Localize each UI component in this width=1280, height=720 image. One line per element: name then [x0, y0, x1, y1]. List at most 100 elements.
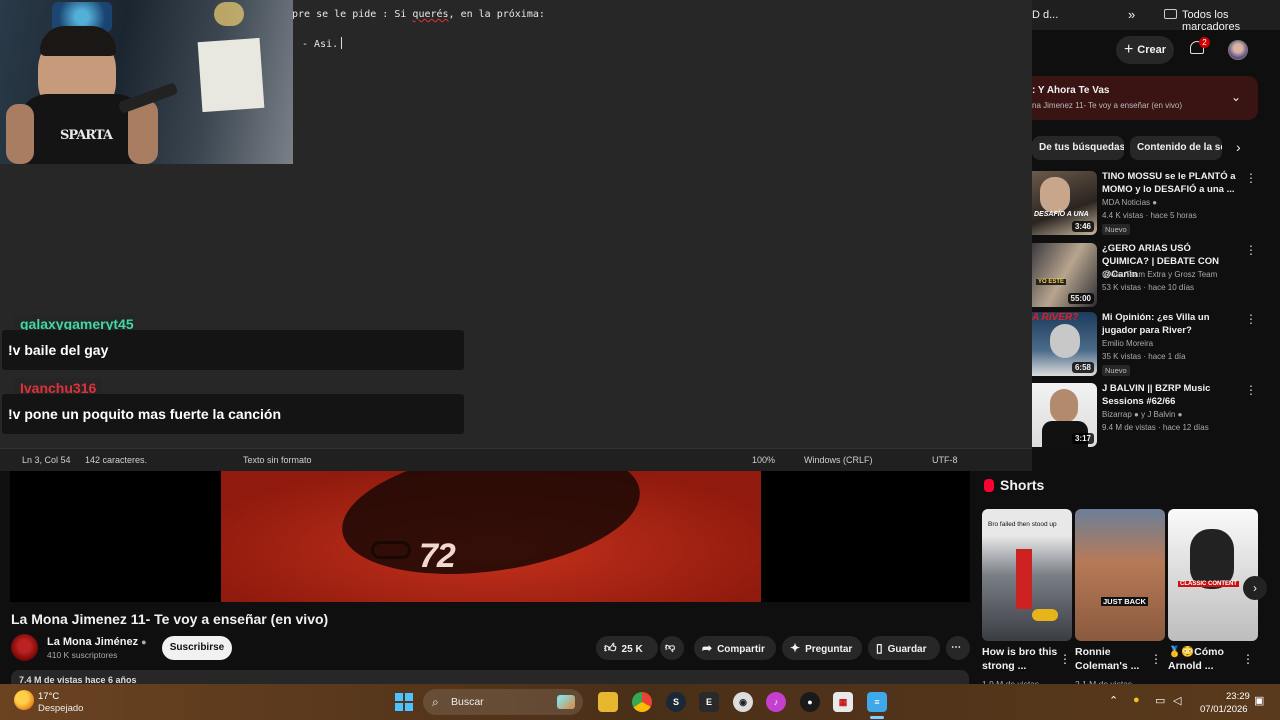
- thumbs-down-icon: 👎︎: [665, 642, 676, 653]
- text-line-1[interactable]: pre se le pide : Si querés, en la próxim…: [292, 9, 545, 20]
- video-meta: 4.4 K vistas · hace 5 horas: [1102, 211, 1197, 220]
- app-icon[interactable]: ▦: [833, 692, 853, 712]
- steam-icon[interactable]: S: [666, 692, 686, 712]
- video-thumbnail[interactable]: A RIVER? 6:58: [1032, 312, 1097, 376]
- text-format: Texto sin formato: [243, 455, 312, 465]
- more-options-icon[interactable]: ⋮: [1245, 312, 1257, 326]
- video-thumbnail[interactable]: 3:17: [1032, 383, 1097, 447]
- chat-message: !v baile del gay: [2, 330, 464, 370]
- encoding[interactable]: UTF-8: [932, 455, 958, 465]
- recommendation-item[interactable]: YO ESTE 55:00 ¿GERO ARIAS USÓ QUIMICA? |…: [1032, 243, 1262, 309]
- bookmarks-overflow-button[interactable]: »: [1128, 7, 1135, 22]
- chevron-up-icon[interactable]: ⌃: [1109, 694, 1118, 707]
- short-overlay-text: Bro failed then stood up: [988, 521, 1057, 528]
- music-app-icon[interactable]: ♪: [766, 692, 786, 712]
- dislike-button[interactable]: 👎︎: [660, 636, 684, 660]
- text-segment: , en la próxima:: [448, 9, 545, 20]
- channel-name-extra[interactable]: y J Balvin: [1141, 410, 1175, 419]
- channel-name[interactable]: Bizarrap: [1102, 410, 1132, 419]
- text-line-3[interactable]: - Asi.: [302, 37, 343, 50]
- create-button[interactable]: + Crear: [1116, 36, 1174, 64]
- notification-center-icon[interactable]: ▣: [1254, 694, 1264, 707]
- ask-button[interactable]: ✦ Preguntar: [782, 636, 862, 660]
- channel-name[interactable]: Grosz Team Extra y Grosz Team: [1102, 270, 1217, 279]
- ask-label: Preguntar: [805, 644, 853, 655]
- verified-icon: ●: [1134, 410, 1139, 419]
- zoom-level[interactable]: 100%: [752, 455, 775, 465]
- chip-from-searches[interactable]: De tus búsquedas: [1032, 136, 1124, 160]
- more-horizontal-icon: ⋯: [951, 642, 961, 653]
- channel-name[interactable]: MDA Noticias: [1102, 198, 1150, 207]
- video-meta: 35 K vistas · hace 1 día: [1102, 352, 1186, 361]
- shorts-next-button[interactable]: ›: [1243, 576, 1267, 600]
- save-button[interactable]: ▯ Guardar: [868, 636, 940, 660]
- chip-channel-content[interactable]: Contenido de la ser: [1130, 136, 1222, 160]
- sparkle-icon: ✦: [790, 641, 801, 655]
- start-button[interactable]: [395, 693, 413, 711]
- share-button[interactable]: ➦ Compartir: [694, 636, 776, 660]
- thumbs-up-icon: 👍︎: [604, 641, 617, 655]
- short-title[interactable]: How is bro this strong ...: [982, 645, 1062, 673]
- more-options-icon[interactable]: ⋮: [1245, 383, 1257, 397]
- thumbnail-text: A RIVER?: [1032, 312, 1079, 323]
- chrome-icon[interactable]: [632, 692, 652, 712]
- video-thumbnail[interactable]: YO ESTE 55:00: [1032, 243, 1097, 307]
- bookmark-item[interactable]: D d...: [1032, 9, 1058, 21]
- network-icon[interactable]: ▭: [1155, 694, 1165, 707]
- recommendation-item[interactable]: A RIVER? 6:58 Mi Opinión: ¿es Villa un j…: [1032, 312, 1262, 378]
- mix-playlist-panel[interactable]: : Y Ahora Te Vas na Jimenez 11- Te voy a…: [1032, 76, 1258, 120]
- line-ending[interactable]: Windows (CRLF): [804, 455, 873, 465]
- short-title[interactable]: 🥇😳Cómo Arnold ...: [1168, 645, 1248, 673]
- search-placeholder: Buscar: [451, 696, 484, 708]
- subscribe-button[interactable]: Suscribirse: [162, 636, 232, 660]
- channel-name[interactable]: Emilio Moreira: [1102, 339, 1153, 348]
- video-meta: 9.4 M de vistas · hace 12 días: [1102, 423, 1209, 432]
- video-title[interactable]: TINO MOSSU se le PLANTÓ a MOMO y lo DESA…: [1102, 170, 1237, 196]
- more-actions-button[interactable]: ⋯: [946, 636, 970, 660]
- video-thumbnail[interactable]: DESAFÍO A UNA 3:46: [1032, 171, 1097, 235]
- recommendation-item[interactable]: DESAFÍO A UNA 3:46 TINO MOSSU se le PLAN…: [1032, 171, 1262, 237]
- chevron-right-icon[interactable]: ›: [1236, 139, 1241, 155]
- more-options-icon[interactable]: ⋮: [1245, 171, 1257, 185]
- taskbar-search[interactable]: ⌕ Buscar: [423, 689, 583, 715]
- video-title: La Mona Jimenez 11- Te voy a enseñar (en…: [11, 611, 329, 627]
- like-button[interactable]: 👍︎ 25 K: [596, 636, 658, 660]
- video-duration: 3:17: [1071, 433, 1094, 444]
- microphone-icon[interactable]: ●: [1133, 694, 1140, 706]
- short-overlay-text: CLASSIC CONTENT: [1178, 581, 1239, 587]
- misspelled-word[interactable]: querés: [412, 9, 448, 20]
- recommendation-item[interactable]: 3:17 J BALVIN || BZRP Music Sessions #62…: [1032, 383, 1262, 449]
- obs-icon[interactable]: ◉: [733, 692, 753, 712]
- video-title[interactable]: Mi Opinión: ¿es Villa un jugador para Ri…: [1102, 311, 1237, 337]
- text-segment: - Asi.: [302, 39, 339, 50]
- shirt-text: SPARTA: [60, 128, 113, 143]
- description-box[interactable]: 7.4 M de vistas hace 6 años: [11, 670, 969, 684]
- notepad-icon[interactable]: ≡: [867, 692, 887, 712]
- more-options-icon[interactable]: ⋮: [1059, 652, 1071, 666]
- channel-name[interactable]: La Mona Jiménez: [47, 636, 138, 648]
- short-title[interactable]: Ronnie Coleman's ...: [1075, 645, 1155, 673]
- weather-condition[interactable]: Despejado: [38, 703, 83, 714]
- video-player[interactable]: 72: [10, 471, 970, 602]
- short-overlay-text: JUST BACK: [1101, 597, 1148, 606]
- account-avatar[interactable]: [1228, 40, 1248, 60]
- clock-time[interactable]: 23:29: [1226, 691, 1250, 702]
- short-thumbnail[interactable]: CLASSIC CONTENT: [1168, 509, 1258, 641]
- obs-studio-icon[interactable]: ●: [800, 692, 820, 712]
- taskbar: 17°C Despejado ⌕ Buscar S E ◉ ♪ ● ▦ ≡ ⌃ …: [0, 684, 1280, 720]
- file-explorer-icon[interactable]: [598, 692, 618, 712]
- short-thumbnail[interactable]: JUST BACK: [1075, 509, 1165, 641]
- epic-games-icon[interactable]: E: [699, 692, 719, 712]
- volume-icon[interactable]: ◁: [1173, 694, 1181, 707]
- weather-icon[interactable]: [14, 690, 34, 710]
- more-options-icon[interactable]: ⋮: [1150, 652, 1162, 666]
- clock-date[interactable]: 07/01/2026: [1200, 704, 1248, 715]
- notifications-button[interactable]: 2: [1190, 37, 1210, 57]
- chevron-down-icon[interactable]: ⌄: [1231, 90, 1241, 104]
- video-title[interactable]: J BALVIN || BZRP Music Sessions #62/66: [1102, 382, 1237, 408]
- channel-avatar[interactable]: [11, 634, 38, 661]
- more-options-icon[interactable]: ⋮: [1242, 652, 1254, 666]
- temperature[interactable]: 17°C: [38, 691, 59, 702]
- short-thumbnail[interactable]: Bro failed then stood up: [982, 509, 1072, 641]
- more-options-icon[interactable]: ⋮: [1245, 243, 1257, 257]
